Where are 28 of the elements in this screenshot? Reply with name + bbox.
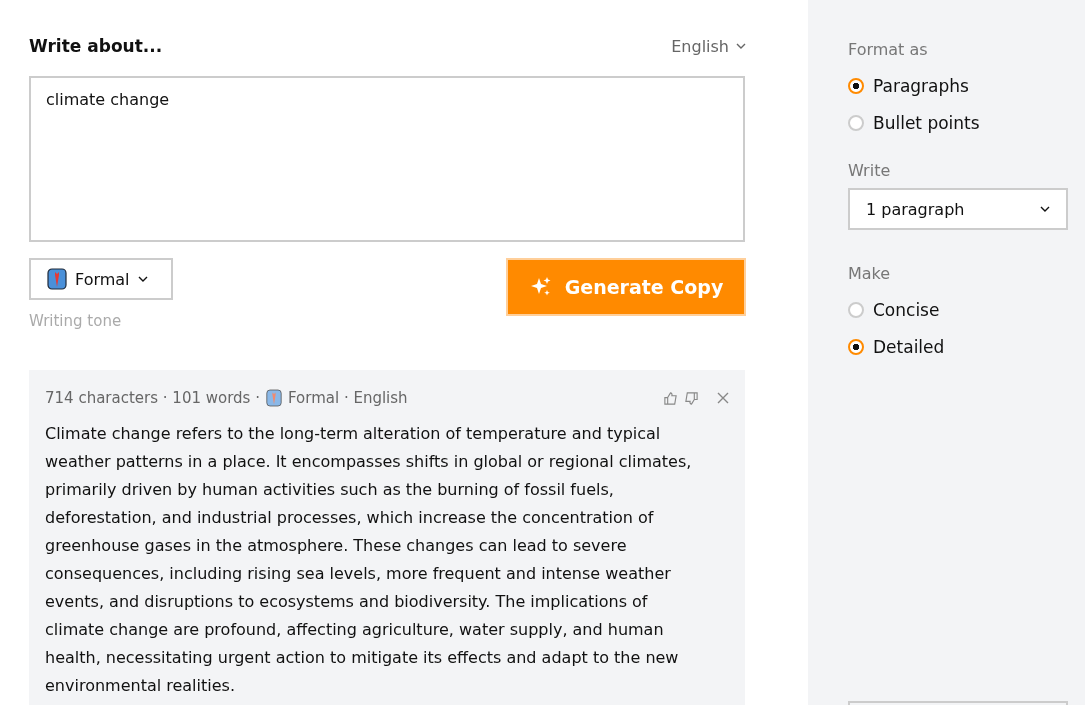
radio-button[interactable] xyxy=(848,114,864,131)
make-label: Make xyxy=(848,264,891,283)
close-icon[interactable] xyxy=(717,392,729,404)
chevron-down-icon xyxy=(1040,206,1050,212)
radio-button[interactable] xyxy=(848,301,864,318)
format-label: Format as xyxy=(848,40,928,59)
detail-option[interactable]: Concise xyxy=(848,291,940,328)
tone-caption: Writing tone xyxy=(29,312,123,330)
thumbs-up-icon[interactable] xyxy=(663,390,678,406)
chevron-down-icon xyxy=(137,276,148,282)
tone-dropdown[interactable]: Formal xyxy=(29,258,173,300)
result-text: Climate change refers to the long-term alteration of temperature and typical weather patterns in a place. It encompasses shifts in global or regional climates, primarily driven by human activities such as the burning of fossil fuels, deforestation, and industrial processes, which increase the concentration of greenhouse gases in the atmosphere. These changes can lead to severe consequences, including rising sea levels, more frequent and intense weather events, and disruptions to ecosystems and biodiversity. The implications of climate change are profound, affecting agriculture, water supply, and human health, necessitating urgent action to mitigate its effects and adapt to the new environmental realities. xyxy=(45,423,693,697)
format-option[interactable]: Paragraphs xyxy=(848,67,969,104)
format-option[interactable]: Bullet points xyxy=(848,104,980,141)
topic-input[interactable]: climate change xyxy=(29,76,745,242)
detail-option[interactable]: Detailed xyxy=(848,328,945,365)
result-meta: 714 characters · 101 words · xyxy=(45,389,260,407)
section-title: Write about... xyxy=(29,36,163,56)
radio-button[interactable] xyxy=(848,338,864,355)
shirt-icon xyxy=(47,268,67,290)
language-dropdown[interactable]: English xyxy=(671,36,746,56)
shirt-icon xyxy=(265,389,282,407)
chevron-down-icon xyxy=(736,43,746,49)
length-dropdown[interactable]: 1 paragraph xyxy=(848,188,1068,230)
radio-button[interactable] xyxy=(848,77,864,94)
thumbs-down-icon[interactable] xyxy=(684,390,699,406)
write-label: Write xyxy=(848,161,891,180)
result-meta: Formal · English xyxy=(287,389,408,407)
